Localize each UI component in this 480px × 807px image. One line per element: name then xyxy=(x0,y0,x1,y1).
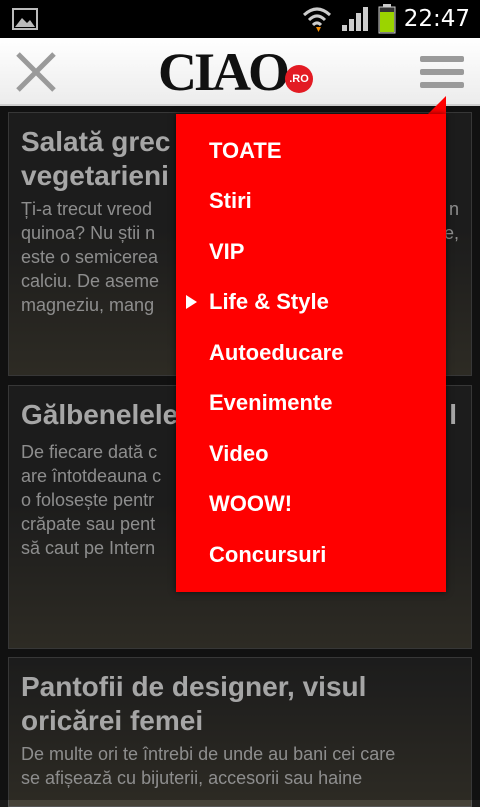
menu-item-life-style[interactable]: Life & Style xyxy=(176,278,446,326)
menu-icon[interactable] xyxy=(418,52,466,92)
menu-item-concursuri[interactable]: Concursuri xyxy=(176,531,446,579)
menu-item-evenimente[interactable]: Evenimente xyxy=(176,379,446,427)
menu-item-vip[interactable]: VIP xyxy=(176,228,446,276)
selected-arrow-icon xyxy=(186,295,197,309)
wifi-icon xyxy=(302,7,331,32)
logo-text: CIAO xyxy=(158,42,290,102)
app-header: CIAO .RO xyxy=(0,38,480,106)
ciao-logo[interactable]: CIAO .RO xyxy=(158,42,314,102)
image-notification-icon xyxy=(12,8,38,30)
category-menu: TOATE Stiri VIP Life & Style Autoeducare… xyxy=(176,114,446,592)
menu-item-video[interactable]: Video xyxy=(176,430,446,478)
clock: 22:47 xyxy=(403,6,470,32)
menu-item-toate[interactable]: TOATE xyxy=(176,127,446,175)
close-icon[interactable] xyxy=(10,46,62,98)
menu-item-woow[interactable]: WOOW! xyxy=(176,480,446,528)
battery-icon xyxy=(378,4,396,34)
signal-icon xyxy=(341,7,368,31)
menu-item-autoeducare[interactable]: Autoeducare xyxy=(176,329,446,377)
menu-item-stiri[interactable]: Stiri xyxy=(176,177,446,225)
status-bar: 22:47 xyxy=(0,0,480,38)
logo-badge: .RO xyxy=(285,65,314,93)
